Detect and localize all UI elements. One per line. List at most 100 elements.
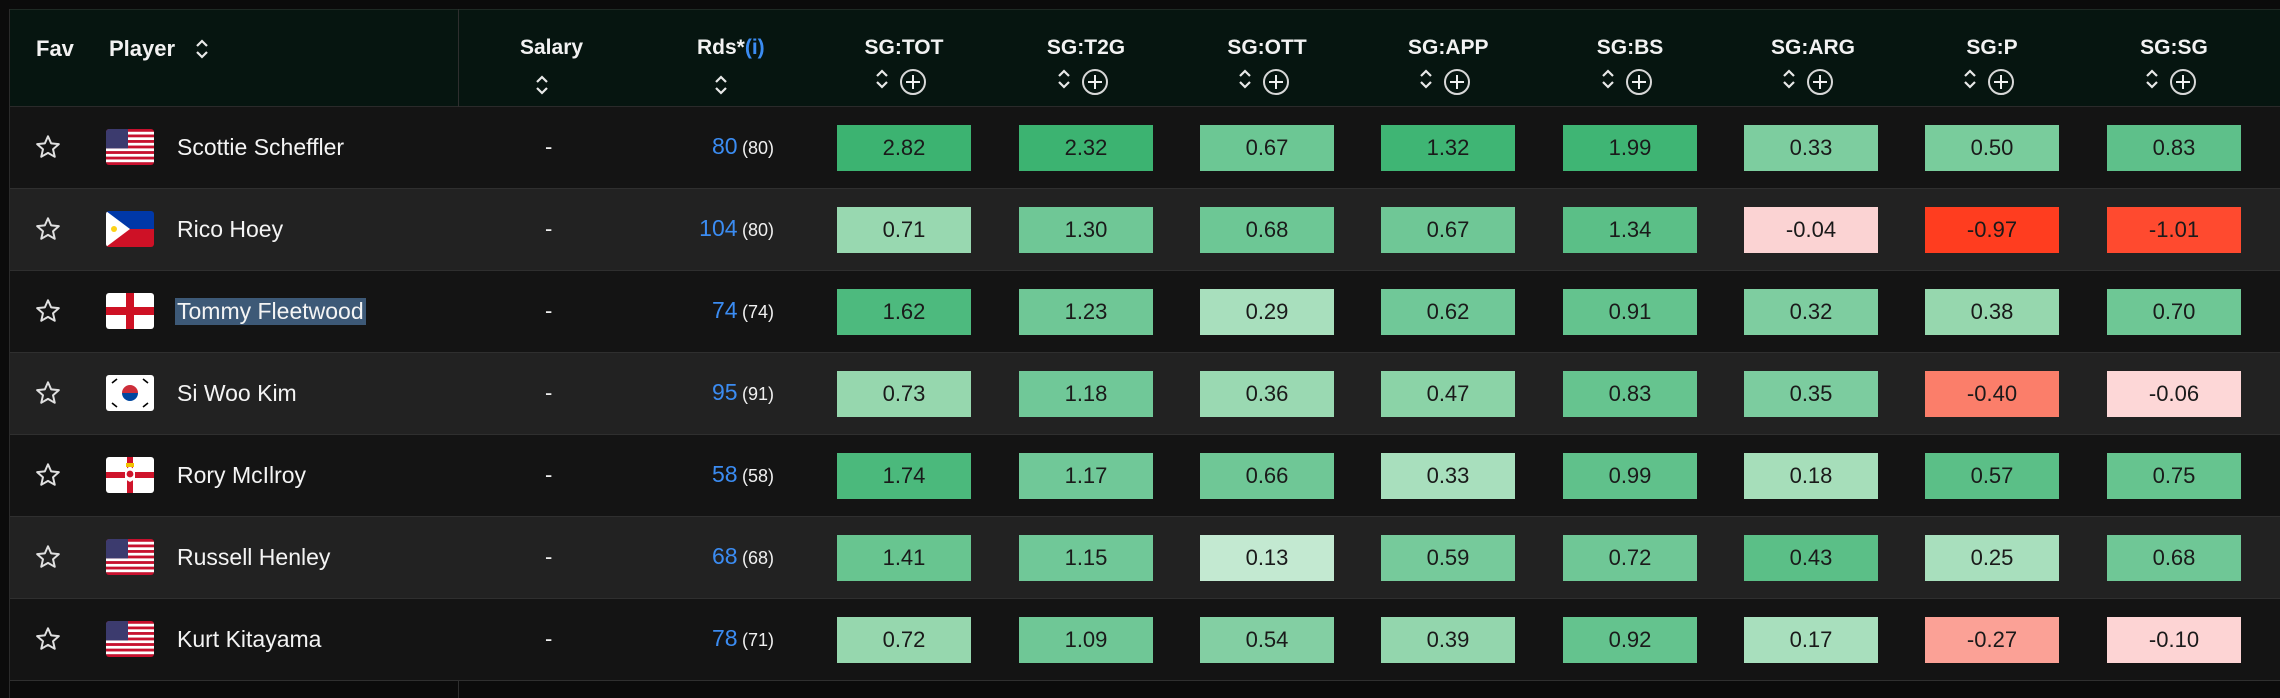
sg-cell: 0.59 — [1381, 535, 1515, 581]
sg-cell: 2.82 — [837, 125, 971, 171]
sg-header-sg-bs[interactable]: SG:BS — [1590, 36, 1670, 60]
sg-cell: 0.47 — [1381, 371, 1515, 417]
sg-cell: 0.33 — [1744, 125, 1878, 171]
sg-cell: -0.06 — [2107, 371, 2241, 417]
flag-usa-icon — [106, 129, 154, 165]
sort-icon[interactable] — [713, 73, 729, 97]
rounds-link[interactable]: 80 — [712, 133, 738, 159]
rounds-sub: (74) — [741, 302, 774, 322]
sg-cell: 1.99 — [1563, 125, 1697, 171]
sg-header-sg-arg[interactable]: SG:ARG — [1771, 36, 1855, 60]
star-icon[interactable] — [34, 461, 62, 489]
player-name[interactable]: Kurt Kitayama — [177, 626, 321, 653]
salary-value: - — [545, 626, 553, 651]
sort-icon[interactable] — [1237, 67, 1253, 91]
sort-icon[interactable] — [194, 37, 210, 61]
sg-cell: 0.83 — [2107, 125, 2241, 171]
sg-cell: 0.72 — [837, 617, 971, 663]
player-name[interactable]: Tommy Fleetwood — [175, 298, 366, 325]
rounds-value: 58 (58) — [712, 461, 774, 488]
sort-icon[interactable] — [534, 73, 550, 97]
salary-header[interactable]: Salary — [520, 36, 583, 60]
rounds-value: 74 (74) — [712, 297, 774, 324]
rds-header[interactable]: Rds*(i) — [697, 36, 765, 60]
star-icon[interactable] — [34, 133, 62, 161]
rounds-link[interactable]: 68 — [712, 543, 738, 569]
sg-cell: 0.67 — [1381, 207, 1515, 253]
info-icon[interactable]: (i) — [745, 36, 765, 59]
flag-usa-icon — [106, 539, 154, 575]
table-row[interactable]: Tommy Fleetwood - 74 (74) 1.62 1.23 0.29 0.… — [10, 271, 2280, 353]
sg-cell: -0.97 — [1925, 207, 2059, 253]
sg-header-sg-p[interactable]: SG:P — [1952, 36, 2032, 60]
sort-icon[interactable] — [1600, 67, 1616, 91]
rounds-link[interactable]: 104 — [699, 215, 737, 241]
player-name[interactable]: Scottie Scheffler — [177, 134, 344, 161]
star-icon[interactable] — [34, 215, 62, 243]
table-row[interactable]: Russell Henley - 68 (68) 1.41 1.15 0.13 0.5… — [10, 517, 2280, 599]
sg-header-sg-app[interactable]: SG:APP — [1408, 36, 1489, 60]
sg-cell: 1.62 — [837, 289, 971, 335]
add-column-plus-icon[interactable] — [1626, 69, 1652, 95]
rounds-sub: (71) — [741, 630, 774, 650]
rounds-link[interactable]: 58 — [712, 461, 738, 487]
sg-header-sg-tot[interactable]: SG:TOT — [864, 36, 944, 60]
sg-cell: -0.04 — [1744, 207, 1878, 253]
sg-cell: 1.09 — [1019, 617, 1153, 663]
player-name[interactable]: Rory McIlroy — [177, 462, 306, 489]
fav-header: Fav — [36, 36, 74, 61]
sg-cell: -1.01 — [2107, 207, 2241, 253]
add-column-plus-icon[interactable] — [1807, 69, 1833, 95]
sg-cell: 0.73 — [837, 371, 971, 417]
sort-icon[interactable] — [2144, 67, 2160, 91]
rounds-value: 104 (80) — [699, 215, 774, 242]
star-icon[interactable] — [34, 543, 62, 571]
player-name[interactable]: Rico Hoey — [177, 216, 283, 243]
rds-label: Rds* — [697, 36, 745, 59]
add-column-plus-icon[interactable] — [2170, 69, 2196, 95]
table-header: Fav Player Salary Rds*(i) SG:TOT SG:T2G SG… — [10, 9, 2280, 107]
sort-icon[interactable] — [1418, 67, 1434, 91]
sort-icon[interactable] — [1056, 67, 1072, 91]
rounds-link[interactable]: 74 — [712, 297, 738, 323]
sg-cell: 1.18 — [1019, 371, 1153, 417]
add-column-plus-icon[interactable] — [1263, 69, 1289, 95]
sg-header-sg-ott[interactable]: SG:OTT — [1227, 36, 1307, 60]
table-row[interactable]: Kurt Kitayama - 78 (71) 0.72 1.09 0.54 0.39… — [10, 599, 2280, 681]
flag-northern-ireland-icon — [106, 457, 154, 493]
star-icon[interactable] — [34, 297, 62, 325]
stats-table: Fav Player Salary Rds*(i) SG:TOT SG:T2G SG… — [9, 9, 2280, 698]
table-row[interactable]: Rico Hoey - 104 (80) 0.71 1.30 0.68 0.67 1.3… — [10, 189, 2280, 271]
table-row[interactable]: Rory McIlroy - 58 (58) 1.74 1.17 0.66 0.33 0… — [10, 435, 2280, 517]
sort-icon[interactable] — [1781, 67, 1797, 91]
add-column-plus-icon[interactable] — [1444, 69, 1470, 95]
star-icon[interactable] — [34, 379, 62, 407]
sg-cell: 1.32 — [1381, 125, 1515, 171]
add-column-plus-icon[interactable] — [900, 69, 926, 95]
sg-cell: 0.72 — [1563, 535, 1697, 581]
sg-cell: -0.10 — [2107, 617, 2241, 663]
player-name[interactable]: Si Woo Kim — [177, 380, 297, 407]
sg-cell: 1.30 — [1019, 207, 1153, 253]
sg-header-sg-sg[interactable]: SG:SG — [2134, 36, 2214, 60]
sort-icon[interactable] — [1962, 67, 1978, 91]
table-row[interactable]: Si Woo Kim - 95 (91) 0.73 1.18 0.36 0.47 0.8… — [10, 353, 2280, 435]
sg-cell: 0.54 — [1200, 617, 1334, 663]
table-row[interactable]: Scottie Scheffler - 80 (80) 2.82 2.32 0.67… — [10, 107, 2280, 189]
rounds-link[interactable]: 78 — [712, 625, 738, 651]
sort-icon[interactable] — [874, 67, 890, 91]
add-column-plus-icon[interactable] — [1082, 69, 1108, 95]
star-icon[interactable] — [34, 625, 62, 653]
rounds-link[interactable]: 95 — [712, 379, 738, 405]
add-column-plus-icon[interactable] — [1988, 69, 2014, 95]
sg-cell: 0.57 — [1925, 453, 2059, 499]
sg-cell: 0.83 — [1563, 371, 1697, 417]
sg-cell: 0.38 — [1925, 289, 2059, 335]
sg-cell: 0.39 — [1381, 617, 1515, 663]
sg-cell: 0.70 — [2107, 289, 2241, 335]
sg-header-sg-t2g[interactable]: SG:T2G — [1046, 36, 1126, 60]
player-name[interactable]: Russell Henley — [177, 544, 330, 571]
player-header[interactable]: Player — [109, 36, 175, 62]
rounds-sub: (68) — [741, 548, 774, 568]
sg-cell: 0.50 — [1925, 125, 2059, 171]
